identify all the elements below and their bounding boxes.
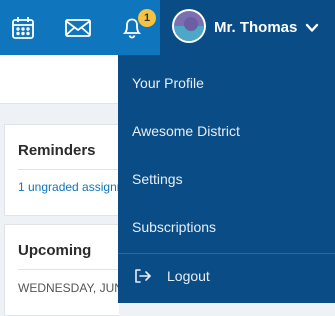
chevron-down-icon[interactable] bbox=[304, 20, 320, 36]
top-nav-bar: 1 bbox=[0, 0, 160, 55]
ungraded-assignment-link[interactable]: 1 ungraded assignment bbox=[18, 180, 119, 194]
page-subheader bbox=[0, 55, 118, 104]
calendar-icon[interactable] bbox=[9, 14, 37, 42]
logout-icon[interactable] bbox=[132, 266, 152, 286]
upcoming-card: Upcoming WEDNESDAY, JUNE bbox=[4, 224, 119, 316]
menu-item-settings[interactable]: Settings bbox=[132, 171, 183, 187]
reminders-title: Reminders bbox=[18, 142, 96, 159]
menu-divider bbox=[118, 253, 335, 254]
menu-item-awesome-district[interactable]: Awesome District bbox=[132, 123, 240, 139]
upcoming-title: Upcoming bbox=[18, 242, 92, 259]
user-dropdown-menu: Your Profile Awesome District Settings S… bbox=[118, 55, 335, 303]
user-name[interactable]: Mr. Thomas bbox=[214, 19, 297, 36]
reminders-card: Reminders 1 ungraded assignment bbox=[4, 124, 119, 216]
menu-item-subscriptions[interactable]: Subscriptions bbox=[132, 219, 216, 235]
avatar[interactable] bbox=[174, 11, 204, 41]
logout-button[interactable]: Logout bbox=[167, 268, 210, 284]
notification-badge: 1 bbox=[138, 9, 156, 27]
upcoming-date: WEDNESDAY, JUNE bbox=[18, 281, 119, 295]
mail-icon[interactable] bbox=[64, 14, 92, 42]
card-divider bbox=[18, 169, 119, 170]
card-divider bbox=[18, 269, 119, 270]
menu-item-your-profile[interactable]: Your Profile bbox=[132, 75, 204, 91]
